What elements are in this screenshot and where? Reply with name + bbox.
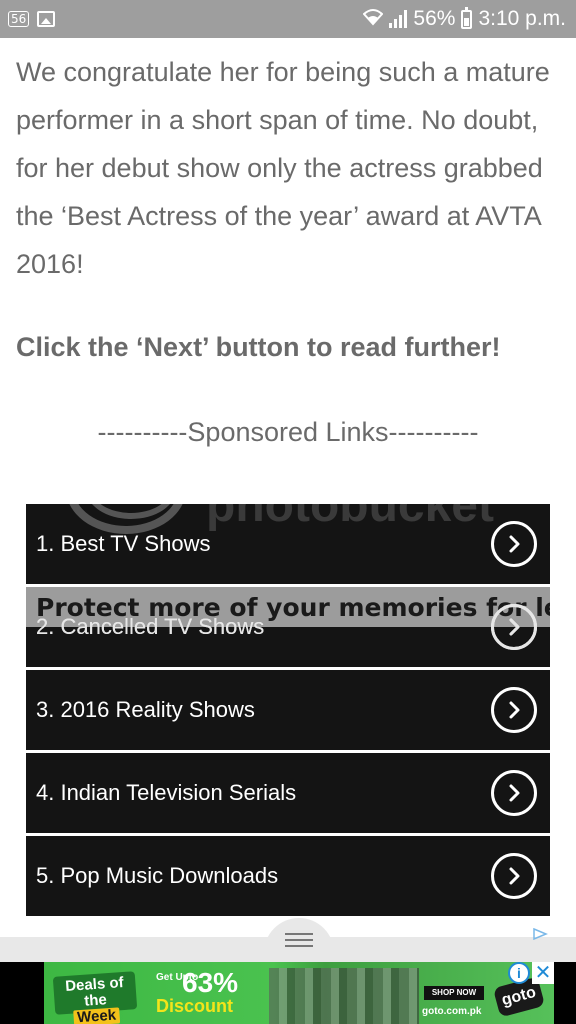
chevron-right-icon[interactable] bbox=[491, 604, 537, 650]
link-label: 5. Pop Music Downloads bbox=[36, 863, 279, 888]
ad-deals-badge: Deals of the Week bbox=[52, 971, 138, 1024]
notification-badge: 56 bbox=[8, 11, 30, 27]
ad-deals-line1: Deals of the bbox=[64, 974, 125, 1010]
status-bar: 56 56% 3:10 p.m. bbox=[0, 0, 576, 38]
wifi-icon bbox=[362, 8, 384, 31]
next-instruction: Click the ‘Next’ button to read further! bbox=[16, 332, 501, 362]
sponsored-link-pop-music-downloads[interactable]: 5. Pop Music Downloads bbox=[26, 836, 550, 916]
ad-deals-line2: Week bbox=[72, 1007, 121, 1024]
link-label: 4. Indian Television Serials bbox=[36, 780, 297, 805]
signal-icon bbox=[389, 10, 408, 28]
ad-creative[interactable]: Deals of the Week Get Upto 63% Discount … bbox=[44, 962, 554, 1024]
link-label: 3. 2016 Reality Shows bbox=[36, 697, 255, 722]
ad-discount-text: Discount bbox=[156, 996, 234, 1016]
article-paragraph: We congratulate her for being such a mat… bbox=[16, 57, 550, 279]
sponsored-link-2016-reality-shows[interactable]: 3. 2016 Reality Shows bbox=[26, 670, 550, 750]
chevron-right-icon[interactable] bbox=[491, 687, 537, 733]
ad-product-image bbox=[269, 968, 419, 1024]
ad-close-icon[interactable]: ✕ bbox=[532, 962, 554, 984]
image-notification-icon bbox=[37, 11, 56, 27]
ad-banner[interactable]: Deals of the Week Get Upto 63% Discount … bbox=[0, 962, 576, 1024]
clock: 3:10 p.m. bbox=[478, 7, 566, 30]
adchoices-icon[interactable] bbox=[532, 927, 548, 941]
sponsored-link-best-tv-shows[interactable]: photobucket 1. Best TV Shows bbox=[26, 504, 550, 584]
link-label: 2. Cancelled TV Shows bbox=[36, 614, 265, 639]
status-right: 56% 3:10 p.m. bbox=[362, 6, 566, 31]
battery-percent: 56% bbox=[413, 7, 456, 30]
ad-info-icon[interactable]: i bbox=[508, 962, 530, 984]
chevron-right-icon[interactable] bbox=[491, 770, 537, 816]
sponsored-links-header: ----------Sponsored Links---------- bbox=[97, 417, 479, 447]
link-label: 1. Best TV Shows bbox=[36, 531, 211, 556]
sponsored-link-indian-television-serials[interactable]: 4. Indian Television Serials bbox=[26, 753, 550, 833]
photobucket-wordmark: photobucket bbox=[206, 504, 494, 532]
ad-percent: 63% bbox=[182, 967, 239, 998]
status-left: 56 bbox=[8, 11, 56, 27]
ad-url: goto.com.pk bbox=[422, 1006, 482, 1017]
chevron-right-icon[interactable] bbox=[491, 521, 537, 567]
drawer-handle[interactable] bbox=[264, 918, 334, 962]
chevron-right-icon[interactable] bbox=[491, 853, 537, 899]
battery-icon bbox=[461, 6, 473, 29]
ad-shop-now-button[interactable]: SHOP NOW bbox=[424, 986, 484, 1000]
sponsored-links-list: photobucket 1. Best TV Shows 2. Cancelle… bbox=[26, 504, 550, 919]
